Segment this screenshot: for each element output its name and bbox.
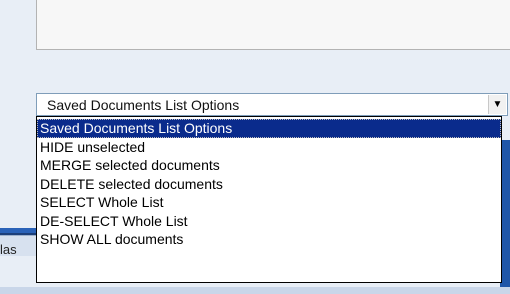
option-merge-selected[interactable]: MERGE selected documents <box>37 156 501 175</box>
option-deselect-whole-list[interactable]: DE-SELECT Whole List <box>37 212 501 231</box>
dropdown-arrow-button[interactable]: ▼ <box>488 95 506 114</box>
notes-textarea[interactable] <box>36 0 510 50</box>
option-hide-unselected[interactable]: HIDE unselected <box>37 138 501 157</box>
background-partial-label: las <box>0 242 17 257</box>
option-show-all-documents[interactable]: SHOW ALL documents <box>37 230 501 249</box>
saved-documents-options-select[interactable]: Saved Documents List Options ▼ <box>36 93 508 116</box>
option-select-whole-list[interactable]: SELECT Whole List <box>37 193 501 212</box>
option-saved-documents-list-options[interactable]: Saved Documents List Options <box>37 119 501 138</box>
options-dropdown-list[interactable]: Saved Documents List Options HIDE unsele… <box>36 116 502 283</box>
background-bottom-bar <box>0 287 510 294</box>
select-current-value: Saved Documents List Options <box>47 97 240 113</box>
option-delete-selected[interactable]: DELETE selected documents <box>37 175 501 194</box>
chevron-down-icon: ▼ <box>492 98 503 110</box>
